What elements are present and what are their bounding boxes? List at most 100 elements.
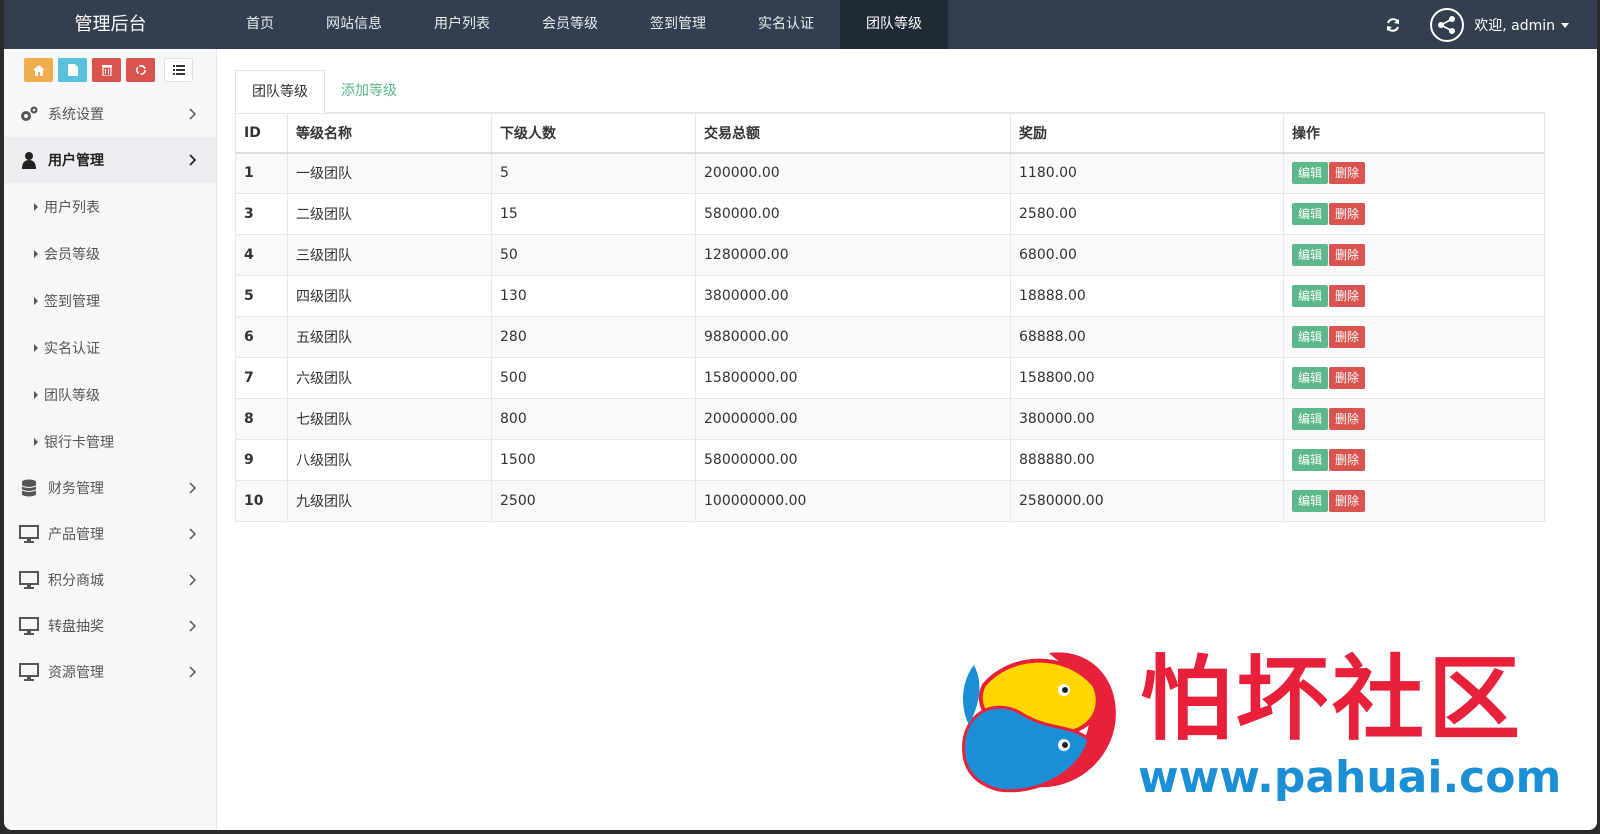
- sidebar-item-products[interactable]: 产品管理: [4, 511, 216, 557]
- cell-level-name: 九级团队: [287, 480, 492, 522]
- cell-level-name: 六级团队: [287, 357, 492, 399]
- sidebar-item-user-management[interactable]: 用户管理: [4, 137, 216, 183]
- column-header: 操作: [1283, 113, 1545, 154]
- table-row: 9 八级团队 1500 58000000.00 888880.00 编辑 删除: [235, 439, 1545, 481]
- sidebar-item-finance[interactable]: 财务管理: [4, 465, 216, 511]
- trash-icon: [101, 65, 112, 76]
- table-header-row: ID 等级名称 下级人数 交易总额 奖励 操作: [235, 113, 1545, 154]
- chevron-right-icon: [189, 620, 197, 636]
- sidebar-item-label: 转盘抽奖: [48, 619, 104, 635]
- avatar[interactable]: [1430, 7, 1465, 42]
- tab-add-level[interactable]: 添加等级: [325, 70, 413, 113]
- delete-button[interactable]: 删除: [1329, 326, 1366, 348]
- caret-right-icon: [34, 202, 38, 211]
- sidebar-item-lottery[interactable]: 转盘抽奖: [4, 603, 216, 649]
- app-window: 管理后台 首页 网站信息 用户列表 会员等级 签到管理 实名认证 团队等级 欢迎…: [4, 0, 1597, 830]
- sidebar-subitem-label: 会员等级: [44, 246, 100, 263]
- edit-button[interactable]: 编辑: [1292, 244, 1329, 266]
- edit-button[interactable]: 编辑: [1292, 203, 1329, 225]
- delete-button[interactable]: 删除: [1329, 203, 1366, 225]
- cell-level-name: 八级团队: [287, 439, 492, 481]
- edit-button[interactable]: 编辑: [1292, 490, 1329, 512]
- cell-reward: 888880.00: [1010, 439, 1284, 481]
- delete-button[interactable]: 删除: [1329, 449, 1366, 471]
- watermark-logo: [954, 645, 1124, 805]
- sidebar-item-label: 财务管理: [48, 481, 104, 497]
- cell-subordinate-count: 800: [491, 398, 696, 440]
- cell-subordinate-count: 50: [491, 234, 696, 276]
- cell-level-name: 一级团队: [287, 152, 492, 194]
- list-button[interactable]: [164, 58, 193, 82]
- sidebar-subitem-user-list[interactable]: 用户列表: [4, 183, 216, 230]
- delete-button[interactable]: 删除: [1329, 408, 1366, 430]
- delete-button[interactable]: 删除: [1329, 367, 1366, 389]
- team-level-table: ID 等级名称 下级人数 交易总额 奖励 操作 1 一级团队 5 200000.00 1…: [235, 113, 1545, 522]
- sidebar-item-resources[interactable]: 资源管理: [4, 649, 216, 695]
- top-navbar: 管理后台 首页 网站信息 用户列表 会员等级 签到管理 实名认证 团队等级 欢迎…: [4, 0, 1597, 49]
- cell-reward: 68888.00: [1010, 316, 1284, 358]
- trash-button[interactable]: [92, 58, 121, 82]
- cell-trade-total: 15800000.00: [695, 357, 1011, 399]
- sidebar-subitem-team-level[interactable]: 团队等级: [4, 371, 216, 418]
- cell-subordinate-count: 15: [491, 193, 696, 235]
- column-header: 下级人数: [491, 113, 696, 154]
- list-icon: [172, 65, 185, 75]
- chevron-right-icon: [189, 666, 197, 682]
- nav-team-level[interactable]: 团队等级: [840, 0, 948, 49]
- caret-right-icon: [34, 390, 38, 399]
- cell-reward: 6800.00: [1010, 234, 1284, 276]
- home-button[interactable]: [24, 58, 53, 82]
- cell-level-name: 五级团队: [287, 316, 492, 358]
- delete-button[interactable]: 删除: [1329, 490, 1366, 512]
- table-row: 4 三级团队 50 1280000.00 6800.00 编辑 删除: [235, 234, 1545, 276]
- document-button[interactable]: [58, 58, 87, 82]
- nav-home[interactable]: 首页: [220, 0, 300, 49]
- sidebar-subitem-realname[interactable]: 实名认证: [4, 324, 216, 371]
- column-header: 交易总额: [695, 113, 1011, 154]
- cell-level-name: 二级团队: [287, 193, 492, 235]
- cell-id: 8: [235, 398, 288, 440]
- edit-button[interactable]: 编辑: [1292, 285, 1329, 307]
- table-row: 10 九级团队 2500 100000000.00 2580000.00 编辑 删除: [235, 480, 1545, 522]
- sidebar-item-points-mall[interactable]: 积分商城: [4, 557, 216, 603]
- sidebar-subitem-signin[interactable]: 签到管理: [4, 277, 216, 324]
- user-menu[interactable]: 欢迎, admin: [1474, 15, 1569, 35]
- cell-actions: 编辑 删除: [1283, 275, 1545, 317]
- brand-title: 管理后台: [74, 14, 147, 35]
- edit-button[interactable]: 编辑: [1292, 408, 1329, 430]
- main-content: 团队等级 添加等级 ID 等级名称 下级人数 交易总额 奖励 操作 1 一级团队 5…: [235, 70, 1545, 522]
- gears-icon: [18, 105, 40, 123]
- sidebar-item-label: 积分商城: [48, 573, 104, 589]
- nav-user-list[interactable]: 用户列表: [408, 0, 516, 49]
- cell-level-name: 四级团队: [287, 275, 492, 317]
- delete-button[interactable]: 删除: [1329, 244, 1366, 266]
- caret-right-icon: [34, 437, 38, 446]
- tab-team-level[interactable]: 团队等级: [235, 70, 325, 113]
- edit-button[interactable]: 编辑: [1292, 367, 1329, 389]
- column-header: ID: [235, 113, 288, 154]
- edit-button[interactable]: 编辑: [1292, 449, 1329, 471]
- sidebar-item-label: 系统设置: [48, 107, 104, 123]
- column-header: 等级名称: [287, 113, 492, 154]
- refresh-icon[interactable]: [1384, 16, 1402, 34]
- delete-button[interactable]: 删除: [1329, 162, 1366, 185]
- sidebar-subitem-bank-card[interactable]: 银行卡管理: [4, 418, 216, 465]
- cell-subordinate-count: 500: [491, 357, 696, 399]
- edit-button[interactable]: 编辑: [1292, 162, 1329, 185]
- edit-button[interactable]: 编辑: [1292, 326, 1329, 348]
- welcome-text: 欢迎, admin: [1474, 17, 1555, 34]
- sidebar-item-label: 资源管理: [48, 665, 104, 681]
- nav-member-level[interactable]: 会员等级: [516, 0, 624, 49]
- sidebar-item-system-settings[interactable]: 系统设置: [4, 91, 216, 137]
- nav-site-info[interactable]: 网站信息: [300, 0, 408, 49]
- nav-realname[interactable]: 实名认证: [732, 0, 840, 49]
- cell-trade-total: 20000000.00: [695, 398, 1011, 440]
- top-nav: 首页 网站信息 用户列表 会员等级 签到管理 实名认证 团队等级: [220, 0, 948, 49]
- nav-signin[interactable]: 签到管理: [624, 0, 732, 49]
- cell-trade-total: 580000.00: [695, 193, 1011, 235]
- recycle-button[interactable]: [126, 58, 155, 82]
- delete-button[interactable]: 删除: [1329, 285, 1366, 307]
- sidebar-subitem-member-level[interactable]: 会员等级: [4, 230, 216, 277]
- cell-subordinate-count: 5: [491, 152, 696, 194]
- cell-actions: 编辑 删除: [1283, 316, 1545, 358]
